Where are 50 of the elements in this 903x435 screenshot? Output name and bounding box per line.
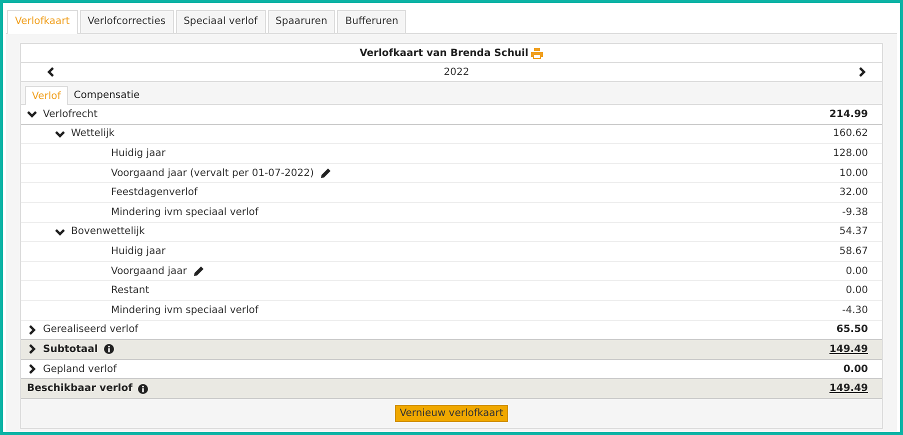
chevron-icon[interactable]	[27, 109, 37, 120]
next-icon[interactable]	[858, 67, 866, 77]
row-label: Beschikbaar verlof	[27, 383, 132, 394]
tab[interactable]: Spaaruren	[268, 10, 336, 33]
row-value: 58.67	[839, 246, 868, 257]
row-value: 160.62	[833, 128, 868, 140]
pencil-icon[interactable]	[192, 266, 204, 277]
row-value: 0.00	[843, 364, 868, 375]
row-label: Huidig jaar	[111, 246, 166, 257]
row-value: -4.30	[842, 304, 868, 316]
row-value: 149.49	[829, 383, 868, 394]
row-label: Feestdagenverlof	[111, 187, 198, 198]
row-label: Wettelijk	[71, 128, 115, 140]
chevron-icon[interactable]	[27, 324, 37, 335]
row-value: 32.00	[839, 187, 868, 198]
row-value: -9.38	[842, 206, 868, 218]
row-label: Voorgaand jaar (vervalt per 01-07-2022)	[111, 168, 314, 179]
tab[interactable]: Verlofcorrecties	[80, 10, 174, 33]
tab[interactable]: Bufferuren	[337, 10, 406, 33]
row-label: Bovenwettelijk	[71, 226, 145, 238]
row-label: Verlofrecht	[43, 108, 98, 120]
row-value: 214.99	[829, 108, 868, 120]
row-label: Gerealiseerd verlof	[43, 324, 138, 336]
chevron-icon[interactable]	[27, 344, 37, 354]
row-value: 54.37	[839, 226, 868, 238]
previous-icon[interactable]	[47, 67, 55, 77]
row-value: 0.00	[846, 266, 868, 277]
chevron-icon[interactable]	[27, 364, 37, 374]
info-icon[interactable]	[104, 344, 114, 354]
row-label: Subtotaal	[43, 344, 98, 355]
pencil-icon[interactable]	[320, 168, 331, 179]
row-label: Voorgaand jaar	[111, 266, 187, 277]
row-value: 149.49	[829, 344, 868, 355]
row-label: Gepland verlof	[43, 364, 117, 375]
info-icon[interactable]	[138, 384, 148, 394]
tab[interactable]: Compensatie	[68, 86, 146, 104]
row-label: Mindering ivm speciaal verlof	[111, 304, 258, 316]
year-label: 2022	[444, 66, 470, 78]
row-value: 65.50	[836, 324, 868, 336]
chevron-icon[interactable]	[55, 226, 65, 237]
tab[interactable]: Speciaal verlof	[176, 10, 266, 33]
row-value: 128.00	[833, 148, 868, 159]
chevron-icon[interactable]	[55, 128, 65, 139]
row-value: 0.00	[846, 285, 868, 296]
card-title: Verlofkaart van Brenda Schuil	[360, 48, 528, 58]
row-value: 10.00	[839, 168, 868, 179]
row-label: Mindering ivm speciaal verlof	[111, 206, 258, 218]
row-label: Huidig jaar	[111, 148, 166, 159]
refresh-button[interactable]: Vernieuw verlofkaart	[394, 404, 508, 422]
row-label: Restant	[111, 285, 150, 296]
